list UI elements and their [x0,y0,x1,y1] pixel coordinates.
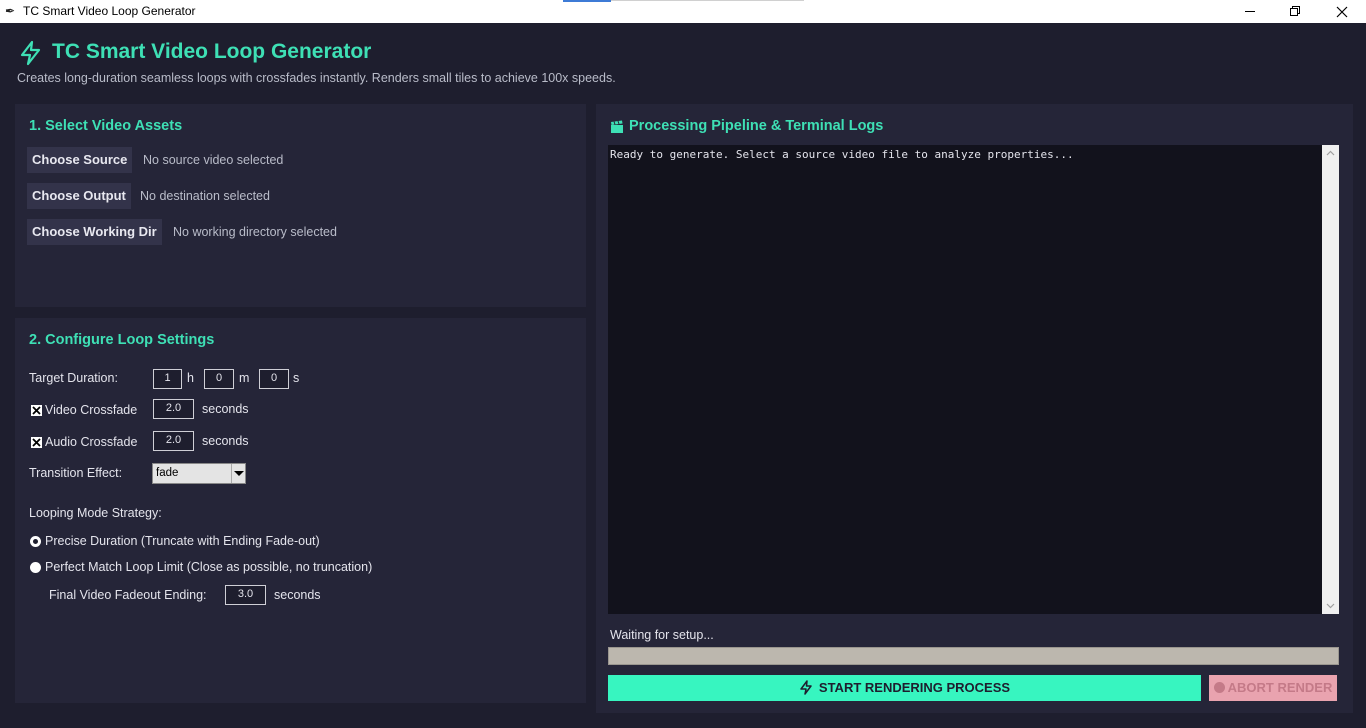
target-duration-label: Target Duration: [29,371,118,385]
fadeout-unit: seconds [274,588,321,602]
fadeout-input[interactable]: 3.0 [225,585,266,605]
audio-crossfade-label: Audio Crossfade [45,435,138,449]
start-rendering-button[interactable]: START RENDERING PROCESS [608,675,1201,701]
video-crossfade-unit: seconds [202,402,249,416]
app-title: TC Smart Video Loop Generator [52,40,372,63]
fadeout-label: Final Video Fadeout Ending: [49,588,207,602]
log-scrollbar[interactable] [1322,145,1339,614]
transition-label: Transition Effect: [29,466,123,480]
audio-crossfade-unit: seconds [202,434,249,448]
assets-title: 1. Select Video Assets [29,118,183,134]
minutes-input[interactable]: 0 [204,369,234,389]
log-line: Ready to generate. Select a source video… [610,148,1074,161]
progress-bar [608,647,1339,665]
pipeline-title: Processing Pipeline & Terminal Logs [629,118,884,134]
lightning-icon [800,680,812,695]
window-titlebar: ✒ TC Smart Video Loop Generator [0,0,1366,23]
audio-crossfade-checkbox[interactable] [31,437,42,448]
titlebar-accent [563,0,611,2]
abort-render-button[interactable]: ABORT RENDER [1209,675,1337,701]
transition-select[interactable]: fade [152,463,246,484]
choose-workdir-button[interactable]: Choose Working Dir [27,219,162,245]
chevron-down-icon[interactable] [231,464,245,483]
choose-output-button[interactable]: Choose Output [27,183,131,209]
video-crossfade-label: Video Crossfade [45,403,138,417]
check-icon [32,406,41,415]
video-crossfade-checkbox[interactable] [31,405,42,416]
perfect-mode-radio[interactable] [30,562,41,573]
choose-source-button[interactable]: Choose Source [27,147,133,173]
minimize-button[interactable] [1227,0,1273,23]
video-crossfade-input[interactable]: 2.0 [153,399,194,419]
output-status: No destination selected [140,189,270,203]
app-subtitle: Creates long-duration seamless loops wit… [17,71,616,85]
stop-icon [1213,682,1225,693]
close-button[interactable] [1319,0,1365,23]
status-label: Waiting for setup... [610,628,714,642]
window-title: TC Smart Video Loop Generator [23,4,196,18]
seconds-input[interactable]: 0 [259,369,289,389]
hours-input[interactable]: 1 [153,369,182,389]
precise-mode-radio[interactable] [30,536,41,547]
looping-mode-label: Looping Mode Strategy: [29,506,162,520]
scroll-up-icon [1326,150,1335,156]
minutes-unit: m [239,371,250,385]
feather-icon: ✒ [5,4,16,18]
titlebar-divider [611,0,804,1]
workdir-status: No working directory selected [173,225,337,239]
abort-button-label: ABORT RENDER [1227,680,1333,695]
audio-crossfade-input[interactable]: 2.0 [153,431,194,451]
perfect-mode-label[interactable]: Perfect Match Loop Limit (Close as possi… [45,560,372,575]
close-icon [1336,6,1348,18]
hours-unit: h [187,371,194,385]
seconds-unit: s [293,371,300,385]
lightning-icon [20,40,41,66]
settings-title: 2. Configure Loop Settings [29,332,215,348]
transition-value: fade [156,467,179,479]
maximize-button[interactable] [1273,0,1319,23]
terminal-log[interactable]: Ready to generate. Select a source video… [608,145,1339,614]
source-status: No source video selected [143,153,284,167]
check-icon [32,438,41,447]
clapperboard-icon [611,120,623,133]
precise-mode-label[interactable]: Precise Duration (Truncate with Ending F… [45,534,320,549]
start-button-label: START RENDERING PROCESS [818,680,1011,695]
scroll-down-icon [1326,603,1335,609]
